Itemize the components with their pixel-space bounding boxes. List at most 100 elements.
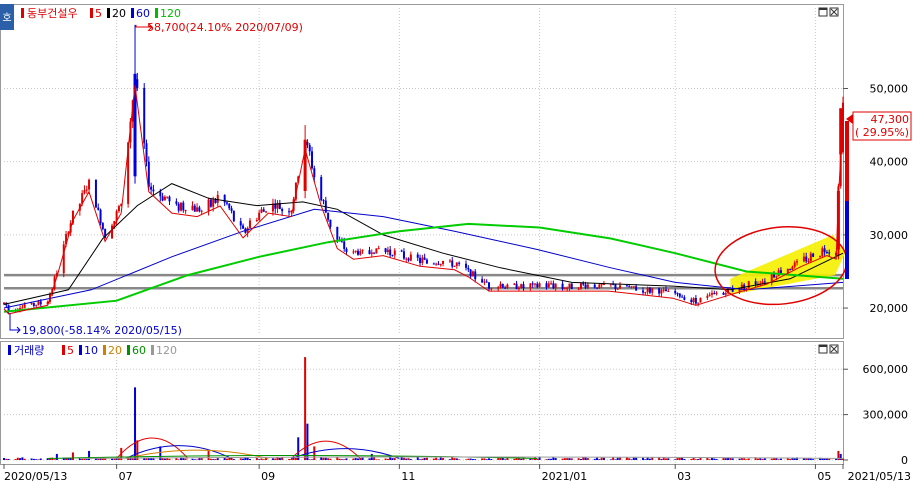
volume-bar <box>377 459 380 460</box>
volume-bar <box>577 458 580 460</box>
candle-body <box>143 87 146 144</box>
volume-bar <box>520 458 523 460</box>
volume-bar <box>216 458 219 460</box>
volume-bar <box>660 459 663 460</box>
candle-body <box>724 293 727 295</box>
candle-body <box>193 205 196 212</box>
volume-bar <box>288 459 291 460</box>
candle-body <box>660 290 663 294</box>
candle-body <box>393 250 396 256</box>
volume-bar <box>308 459 311 460</box>
candle-body <box>821 248 824 256</box>
candle-body <box>745 288 748 290</box>
volume-bar <box>131 458 134 460</box>
volume-panel-frame <box>0 341 844 465</box>
volume-bar <box>598 459 601 460</box>
volume-bar <box>37 459 40 460</box>
volume-bar <box>616 457 619 460</box>
volume-bar <box>409 459 412 460</box>
volume-bar <box>600 457 603 460</box>
volume-bar <box>628 458 631 460</box>
candle-body <box>435 263 438 265</box>
volume-bar <box>7 458 10 460</box>
volume-bar <box>262 459 265 460</box>
candle-body <box>533 283 536 285</box>
candle-body <box>336 226 339 240</box>
candle-body <box>635 286 638 291</box>
volume-bar <box>513 458 516 460</box>
candle-body <box>474 271 477 280</box>
volume-bar <box>432 458 435 460</box>
candle-body <box>150 186 153 190</box>
volume-bar <box>835 458 838 460</box>
candle-body <box>550 283 553 285</box>
volume-bar <box>481 458 484 460</box>
candle-body <box>710 293 713 295</box>
volume-bar <box>322 457 325 460</box>
candle-body <box>451 260 454 267</box>
price-panel-maximize-bar <box>819 8 827 10</box>
volume-panel-maximize-bar <box>819 345 827 347</box>
volume-bar <box>290 458 293 460</box>
date-axis: 2020/05/13 07 09 11 2021/01 03 05 2021/05/13 <box>3 464 911 483</box>
candle-body <box>145 143 148 162</box>
candle-body <box>209 199 212 207</box>
volume-bar <box>324 457 327 460</box>
volume-bar <box>260 458 263 460</box>
volume-bar <box>770 458 773 460</box>
candle-body <box>281 208 284 212</box>
last-candle-axis-mark-lower <box>845 201 849 279</box>
volume-bar <box>630 459 633 460</box>
candle-body <box>630 286 633 288</box>
volume-bar <box>212 459 215 460</box>
volume-bar <box>451 457 454 460</box>
volume-legend-period-swatch <box>62 345 65 355</box>
candle-body <box>356 250 359 255</box>
candle-body <box>400 250 403 252</box>
candle-body <box>453 265 456 267</box>
candle-body <box>313 168 316 178</box>
volume-bar <box>706 457 709 460</box>
volume-bar <box>193 459 196 460</box>
volume-bar <box>465 459 468 460</box>
volume-legend-period-swatch <box>79 345 82 355</box>
price-legend-period-label: 20 <box>112 7 126 20</box>
candle-body <box>214 199 217 203</box>
volume-bar <box>694 459 697 460</box>
volume-bar <box>683 458 686 460</box>
candle-body <box>432 263 435 265</box>
volume-bar <box>419 459 422 460</box>
date-tick-label: 11 <box>401 470 415 483</box>
volume-bar <box>313 446 316 460</box>
candle-body <box>179 202 182 211</box>
volume-legend-icon <box>8 345 11 355</box>
candle-body <box>265 211 268 213</box>
volume-bar <box>191 458 194 460</box>
volume-bar <box>642 457 645 460</box>
candle-body <box>258 212 261 221</box>
date-tick-label: 05 <box>817 470 831 483</box>
candle-body <box>763 281 766 283</box>
candle-body <box>681 296 684 298</box>
volume-bar <box>467 458 470 460</box>
volume-bar <box>453 458 456 460</box>
stock-chart-window: 호 동부건설우 5 20 60 120 거래량 5 10 20 60 120 58,700(2… <box>0 4 912 483</box>
volume-bar <box>196 459 199 460</box>
candle-body <box>386 249 389 253</box>
volume-bar <box>579 458 582 460</box>
last-price-value: 47,300 <box>871 113 910 126</box>
candle-body <box>779 270 782 274</box>
volume-axis: 0 300,000 600,000 <box>843 363 908 467</box>
volume-bar <box>722 458 725 460</box>
high-annotation-text: 58,700(24.10% 2020/07/09) <box>147 21 303 34</box>
volume-bar <box>715 459 718 460</box>
volume-bar <box>612 457 615 460</box>
volume-bar <box>497 458 500 460</box>
volume-bar <box>5 458 8 460</box>
volume-bar <box>111 458 114 460</box>
candle-body <box>327 212 330 220</box>
date-tick-label: 09 <box>261 470 275 483</box>
candle-body <box>536 283 539 288</box>
price-legend-period-label: 60 <box>136 7 150 20</box>
candle-body <box>159 191 162 197</box>
